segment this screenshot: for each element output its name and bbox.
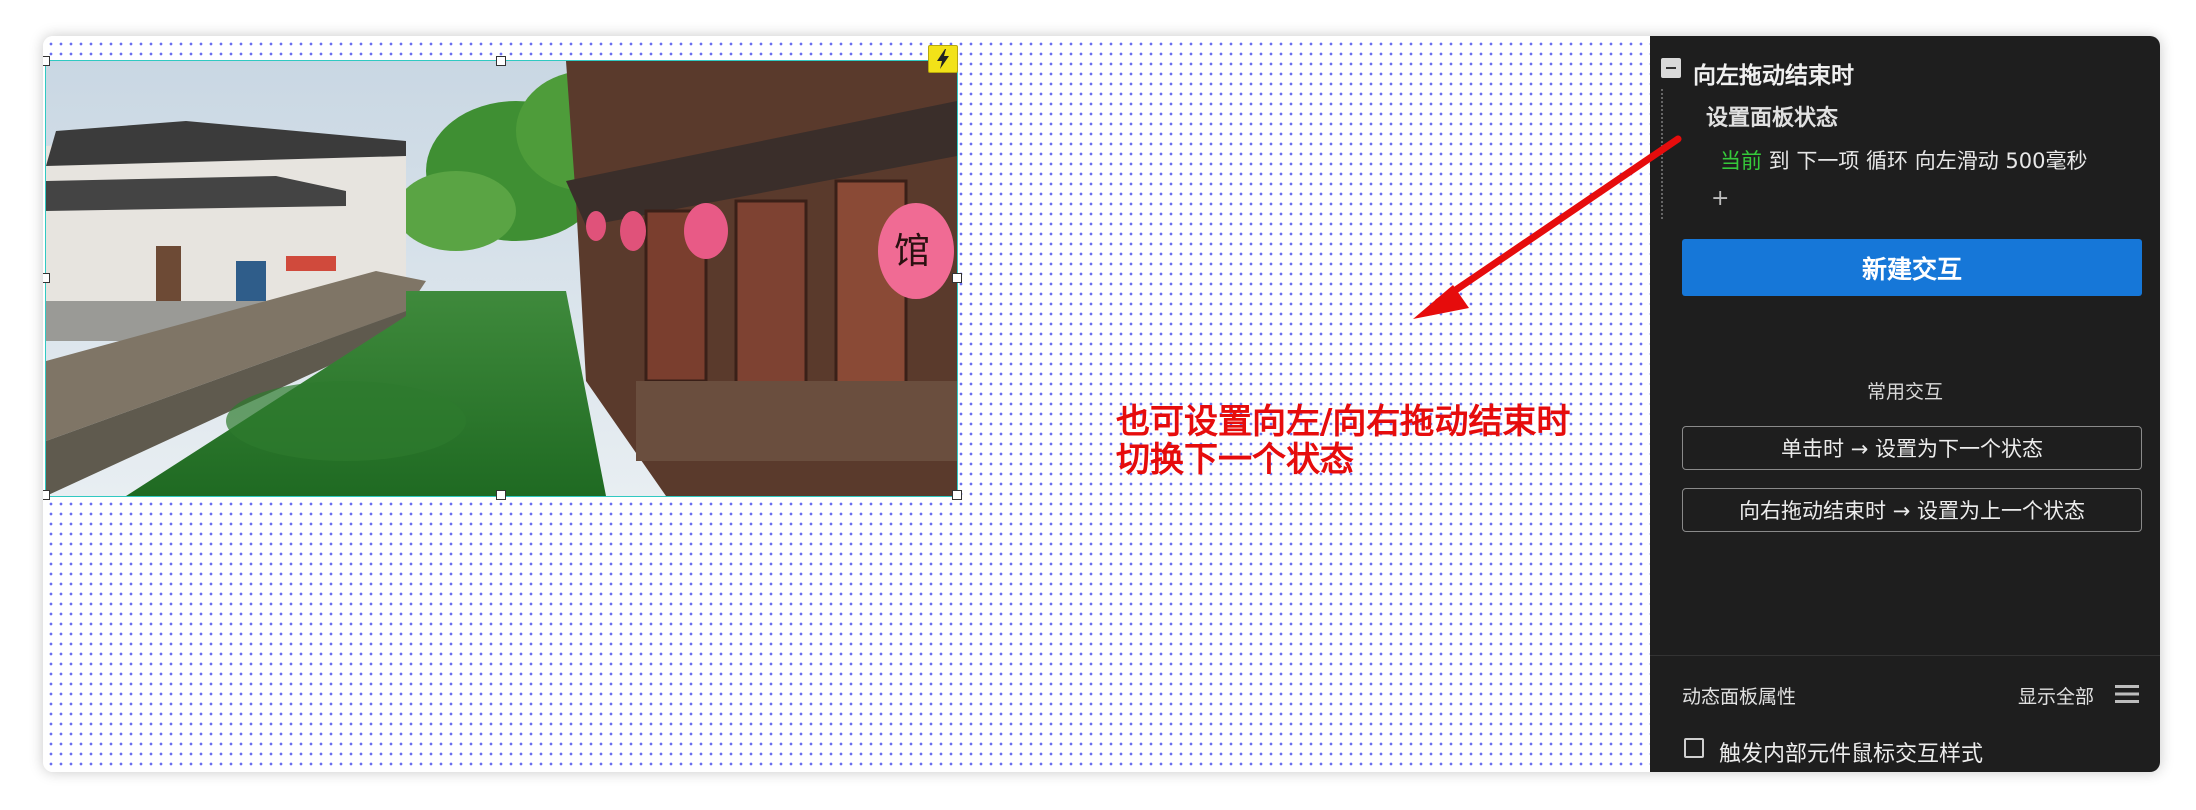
add-action-icon[interactable]: + [1711,186,1729,211]
design-canvas[interactable]: 馆 也可设置向左/向右拖动结束时 切换下一个状态 [43,36,1650,772]
minus-square-icon[interactable] [1661,58,1681,78]
tree-guide-line [1661,89,1663,219]
hamburger-menu-icon[interactable] [2115,684,2139,704]
action-detail-rest: 到 下一项 循环 向左滑动 500毫秒 [1762,149,2088,173]
lightning-icon[interactable] [928,45,958,73]
current-state-label: 当前 [1720,149,1762,173]
annotation-line-1: 也可设置向左/向右拖动结束时 [1116,402,1571,442]
common-interactions-title: 常用交互 [1866,381,1943,403]
action-title[interactable]: 设置面板状态 [1706,100,1838,132]
show-all-link[interactable]: 显示全部 [2018,682,2094,709]
resize-handle-mr[interactable] [952,273,962,283]
resize-handle-tm[interactable] [496,56,506,66]
properties-title: 动态面板属性 [1682,686,1797,708]
interactions-panel: 向左拖动结束时 设置面板状态 当前 到 下一项 循环 向左滑动 500毫秒 + … [1650,36,2160,772]
new-interaction-button[interactable]: 新建交互 [1682,239,2142,296]
resize-handle-bm[interactable] [496,490,506,500]
event-title[interactable]: 向左拖动结束时 [1693,56,1854,90]
panel-divider [1650,655,2160,656]
annotation-text: 也可设置向左/向右拖动结束时 切换下一个状态 [1116,403,1570,479]
trigger-mouse-style-checkbox[interactable] [1684,738,1704,758]
annotation-line-2: 切换下一个状态 [1116,440,1354,480]
resize-handle-bl[interactable] [43,490,50,500]
resize-handle-tl[interactable] [43,56,50,66]
preset-click-next-button[interactable]: 单击时 → 设置为下一个状态 [1682,426,2142,470]
preset-drag-right-prev-button[interactable]: 向右拖动结束时 → 设置为上一个状态 [1682,488,2142,532]
resize-handle-ml[interactable] [43,273,50,283]
action-detail[interactable]: 当前 到 下一项 循环 向左滑动 500毫秒 [1720,145,2087,175]
app-window: 馆 也可设置向左/向右拖动结束时 切换下一个状态 向左拖动结束时 设置面板状态 … [43,36,2160,772]
resize-handle-br[interactable] [952,490,962,500]
checkbox-label: 触发内部元件鼠标交互样式 [1719,742,1984,767]
canal-town-photo: 馆 [46,61,957,496]
dynamic-panel-widget[interactable]: 馆 [45,60,958,497]
svg-text:馆: 馆 [894,231,930,272]
